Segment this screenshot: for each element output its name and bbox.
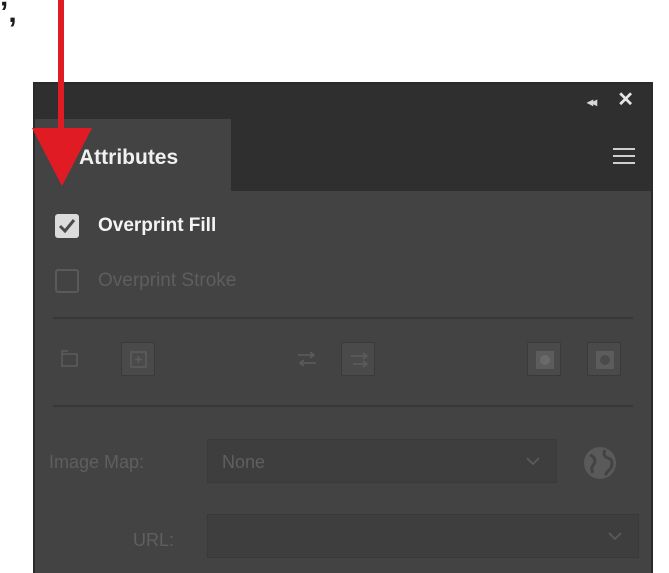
create-polygon-image-map-button[interactable] xyxy=(121,342,155,376)
image-map-label: Image Map: xyxy=(49,452,145,472)
divider xyxy=(53,317,633,319)
non-zero-winding-icon xyxy=(536,351,554,369)
image-map-polygon-icon xyxy=(130,351,147,368)
panel-titlebar[interactable]: ◂◂ ✕ xyxy=(35,84,651,119)
divider xyxy=(53,405,633,407)
image-map-select-value: None xyxy=(222,452,266,472)
url-combobox[interactable] xyxy=(207,514,639,558)
reverse-path-direction-off-button[interactable] xyxy=(289,342,323,376)
path-direction-on-icon xyxy=(351,352,369,368)
attributes-panel: ◂◂ ✕ Attributes Overprint Fill Overprint… xyxy=(33,82,653,573)
tab-attributes-label: Attributes xyxy=(79,146,179,169)
use-even-odd-fill-rule-button[interactable] xyxy=(587,342,621,376)
reverse-path-direction-on-button[interactable] xyxy=(341,342,375,376)
corner-mark: ʼ, xyxy=(0,0,17,29)
even-odd-icon xyxy=(596,351,614,369)
tab-attributes[interactable]: Attributes xyxy=(35,119,231,191)
chevron-down-icon xyxy=(608,532,622,540)
image-map-select[interactable]: None xyxy=(207,439,557,483)
panel-menu-icon[interactable] xyxy=(613,148,635,169)
image-map-rect-icon xyxy=(61,350,78,367)
url-label: URL: xyxy=(133,530,175,550)
checkmark-icon xyxy=(58,219,76,234)
use-non-zero-winding-fill-rule-button[interactable] xyxy=(527,342,561,376)
chevron-down-icon xyxy=(526,457,540,465)
browser-icon[interactable] xyxy=(581,444,619,482)
path-direction-off-icon xyxy=(298,351,316,367)
overprint-fill-label: Overprint Fill xyxy=(98,215,217,236)
close-panel-button[interactable]: ✕ xyxy=(617,90,634,110)
overprint-stroke-checkbox[interactable] xyxy=(55,269,79,293)
overprint-fill-checkbox[interactable] xyxy=(55,214,79,238)
collapse-panel-button[interactable]: ◂◂ xyxy=(587,95,597,109)
create-rectangle-image-map-button[interactable] xyxy=(53,342,87,376)
tab-bar: Attributes xyxy=(35,119,651,191)
overprint-stroke-label: Overprint Stroke xyxy=(98,270,237,291)
